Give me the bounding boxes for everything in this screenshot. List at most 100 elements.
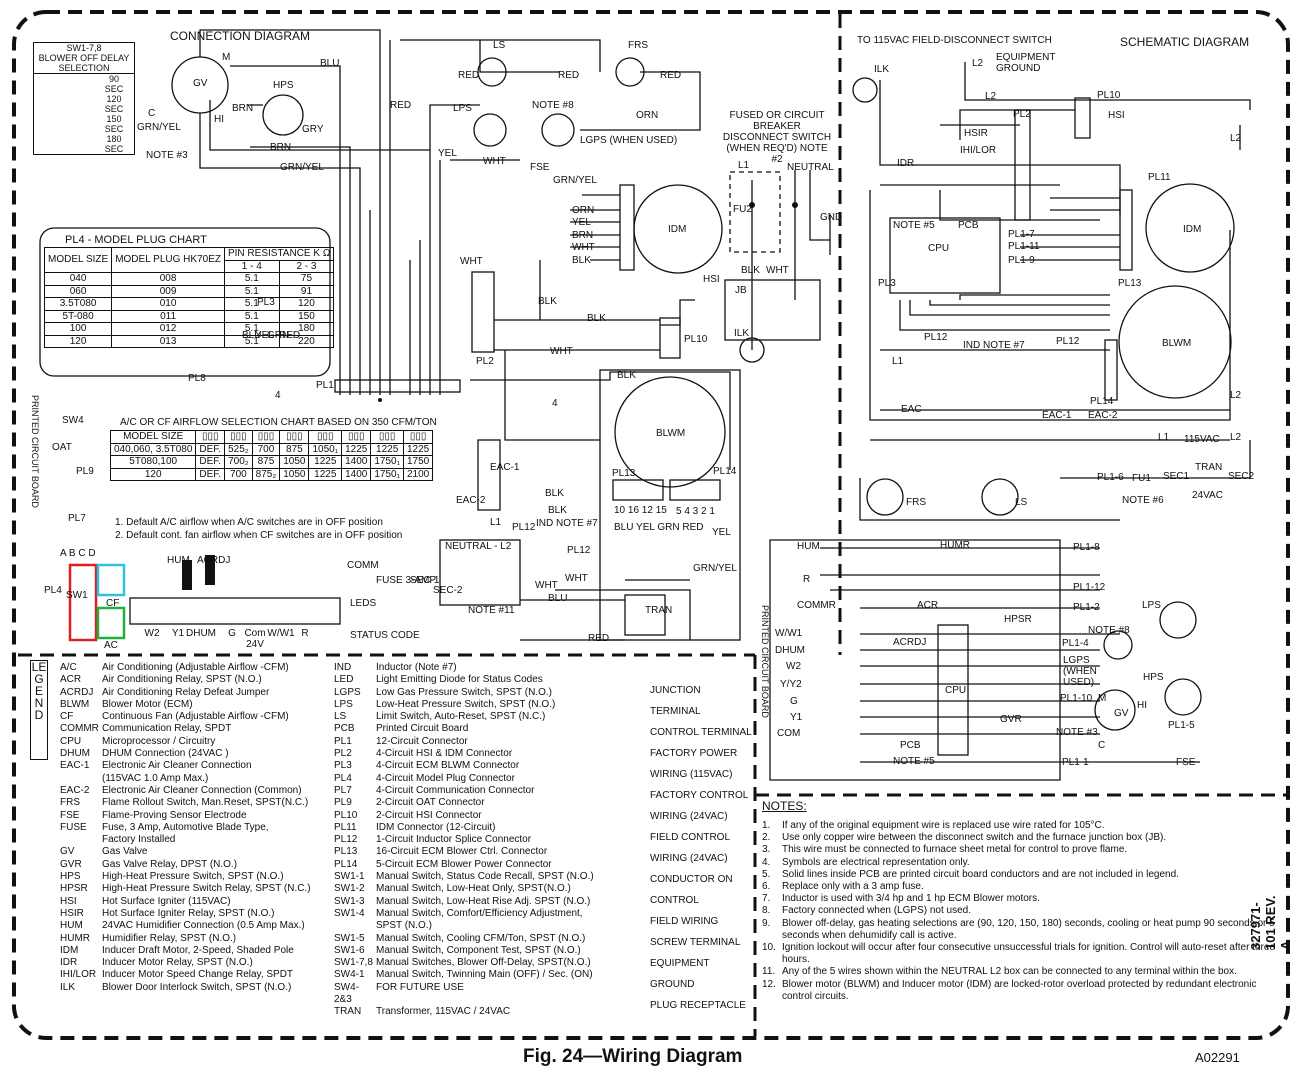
table-cell: 009: [111, 284, 225, 298]
legend-abbr: SW4-1: [334, 969, 365, 981]
diagram-label: RED: [458, 70, 480, 81]
table-cell: 700: [224, 467, 253, 481]
legend-abbr: SW1-2: [334, 883, 365, 895]
legend-entry: A/C Air Conditioning (Adjustable Airflow …: [60, 662, 311, 674]
legend-desc: Transformer, 115VAC / 24VAC: [376, 1006, 511, 1018]
diagram-label: HUM: [167, 555, 190, 566]
schematic-label: Y/Y2: [780, 679, 802, 690]
diagram-label: HPS: [273, 80, 294, 91]
legend-entry: COMMR Communication Relay, SPDT: [60, 723, 311, 735]
legend-desc: Fuse, 3 Amp, Automotive Blade Type,: [102, 821, 269, 833]
note-number: 2.: [762, 832, 771, 844]
legend-entry: HUMR Humidifier Relay, SPST (N.O.): [60, 933, 311, 945]
legend-symbol-label: TERMINAL: [650, 706, 701, 717]
legend-desc: Printed Circuit Board: [376, 723, 469, 735]
diagram-label: COMM: [347, 560, 379, 571]
legend-abbr: PL3: [334, 760, 352, 772]
legend-abbr: SW1-5: [334, 932, 365, 944]
diagram-label: YEL: [572, 217, 591, 228]
schematic-label: ACR: [917, 600, 939, 611]
table-cell: 5T-080: [43, 309, 113, 323]
table-cell: 011: [111, 309, 225, 323]
legend-abbr: FSE: [60, 809, 80, 821]
legend-desc: Hot Surface Igniter (115VAC): [102, 895, 231, 907]
legend-desc: Inducer Motor Speed Change Relay, SPDT: [102, 969, 294, 981]
table-cell: 1400: [341, 467, 372, 481]
legend-desc: Low-Heat Pressure Switch, SPST (N.O.): [376, 698, 556, 710]
diagram-label: NOTE #11: [468, 605, 515, 616]
note-number: 4.: [762, 856, 771, 868]
diagram-label: LS: [493, 40, 506, 51]
legend-entry: ILK Blower Door Interlock Switch, SPST (N…: [60, 982, 311, 994]
schematic-label: PL2: [1013, 109, 1031, 120]
notes-title: NOTES:: [762, 799, 807, 813]
diagram-label: WHT: [535, 580, 558, 591]
diagram-label: FRS: [628, 40, 648, 51]
diagram-label: LPS: [453, 103, 472, 114]
note-text: Symbols are electrical representation on…: [782, 856, 970, 868]
diagram-label: PL1: [316, 380, 334, 391]
legend-entry: IND Inductor (Note #7): [334, 662, 594, 674]
schematic-label: LPS: [1142, 600, 1161, 611]
schematic-label: NOTE #8: [1088, 625, 1130, 636]
table-cell: 875: [279, 442, 310, 456]
schematic-label: PL12: [924, 332, 948, 343]
schematic-label: PCB: [958, 220, 979, 231]
legend-entry: SW4-1 Manual Switch, Twinning Main (OFF) …: [334, 969, 594, 981]
legend-symbol-label: CONTROL TERMINAL: [650, 727, 752, 738]
note-item: 12. Blower motor (BLWM) and Inducer motor…: [762, 979, 1282, 1003]
legend-abbr: IHI/LOR: [60, 969, 97, 981]
diagram-label: GRN/YEL: [280, 162, 324, 173]
schematic-label: ILK: [874, 64, 890, 75]
legend-desc: Air Conditioning Relay, SPST (N.O.): [102, 674, 262, 686]
diagram-label: BRN: [270, 142, 292, 153]
diagram-label: BLK: [587, 313, 606, 324]
note-number: 12.: [762, 978, 776, 990]
screw-terminal-6: R: [301, 628, 309, 639]
legend-entry: EAC-1 Electronic Air Cleaner Connection: [60, 760, 311, 772]
diagram-label: L1: [738, 160, 750, 171]
legend-abbr: PCB: [334, 723, 355, 735]
diagram-label: PL14: [713, 466, 737, 477]
schematic-label: LGPS (WHEN USED): [1063, 655, 1097, 688]
schematic-label: PL1-5: [1168, 720, 1195, 731]
diagram-label: BRN: [572, 230, 594, 241]
legend-entry: BLWM Blower Motor (ECM): [60, 699, 311, 711]
table-cell: 1400: [341, 455, 372, 469]
legend-entry: PL2 4-Circuit HSI & IDM Connector: [334, 748, 594, 760]
note-text: Blower motor (BLWM) and Inducer motor (I…: [782, 978, 1257, 1002]
legend-entry: PL4 4-Circuit Model Plug Connector: [334, 773, 594, 785]
diagram-label: FU2: [733, 204, 752, 215]
legend-abbr: LS: [334, 711, 347, 723]
schematic-label: L2: [1230, 432, 1242, 443]
legend-abbr: [60, 834, 102, 846]
legend-abbr: PL9: [334, 797, 352, 809]
legend-desc: SPST (N.O.): [376, 920, 432, 932]
diagram-label: PL10: [684, 334, 708, 345]
diagram-label: PL3: [257, 297, 275, 308]
diagram-label: TRAN: [645, 605, 673, 616]
schematic-label: L1: [892, 356, 904, 367]
legend-abbr: DHUM: [60, 748, 90, 760]
diagram-label: RED: [390, 100, 412, 111]
legend-abbr: IDM: [60, 944, 79, 956]
legend-desc: Electronic Air Cleaner Connection (Commo…: [102, 784, 302, 796]
legend-abbr: PL1: [334, 735, 352, 747]
screw-terminal-2: DHUM: [186, 628, 216, 639]
schematic-label: FRS: [906, 497, 926, 508]
schematic-label: CPU: [945, 685, 967, 696]
diagram-label: 10 16 12 15: [614, 505, 667, 516]
schematic-label: DHUM: [775, 645, 805, 656]
diagram-label: PL12: [512, 522, 536, 533]
schematic-label: PL1-4: [1062, 638, 1089, 649]
table-cell: 008: [111, 272, 225, 286]
legend-abbr: HUMR: [60, 932, 90, 944]
legend-abbr: CPU: [60, 735, 82, 747]
table-cell: 91: [278, 284, 335, 298]
diagram-label: NOTE #3: [146, 150, 188, 161]
note-text: Inductor is used with 3/4 hp and 1 hp EC…: [782, 893, 1040, 905]
legend-desc: Humidifier Relay, SPST (N.O.): [102, 932, 237, 944]
note-item: 7. Inductor is used with 3/4 hp and 1 hp …: [762, 893, 1282, 905]
legend-symbol-label: EQUIPMENT: [650, 958, 710, 969]
airflow-selection-chart: MODEL SIZE ▯▯▯ ▯▯▯ ▯▯▯ ▯▯▯ ▯▯▯ ▯▯▯ ▯▯▯ ▯▯▯ 040,0…: [109, 430, 434, 481]
